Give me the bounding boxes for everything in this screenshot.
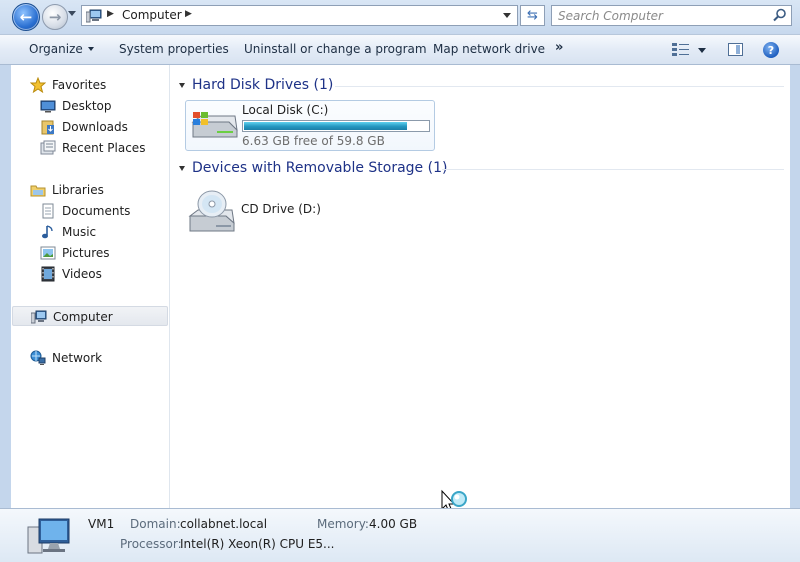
nav-item-pictures[interactable]: Pictures [11,243,169,263]
network-icon [30,350,46,365]
nav-item-favorites[interactable]: Favorites [11,75,169,95]
content-pane: Hard Disk Drives (1) Local Disk (C:) 6.6… [170,65,790,513]
drive-local-disk-c[interactable]: Local Disk (C:) 6.63 GB free of 59.8 GB [185,100,435,151]
refresh-button[interactable]: ⇆ [520,5,545,26]
memory-value: 4.00 GB [369,517,418,531]
breadcrumb-arrow-icon[interactable]: ▶ [185,9,192,19]
breadcrumb-computer[interactable]: Computer [122,8,182,22]
star-icon [30,77,46,93]
search-input[interactable] [558,7,763,24]
view-options-dropdown[interactable] [698,48,706,53]
domain-value: collabnet.local [180,517,268,531]
system-properties-button[interactable]: System properties [119,42,229,56]
drive-cd-d[interactable]: CD Drive (D:) [185,188,435,236]
help-icon[interactable]: ? [763,42,779,58]
preview-pane-icon[interactable] [728,43,743,56]
group-header-removable-storage[interactable]: Devices with Removable Storage (1) [170,159,790,179]
hard-drive-icon [191,112,238,138]
processor-label: Processor: [120,537,182,551]
drive-free-space: 6.63 GB free of 59.8 GB [242,134,385,148]
group-title: Devices with Removable Storage (1) [192,160,448,176]
group-divider [442,169,784,170]
navigation-pane: Favorites Desktop Downloads Recent Place… [11,65,170,508]
nav-item-documents[interactable]: Documents [11,201,169,221]
drive-usage-fill [244,122,408,130]
map-network-drive-button[interactable]: Map network drive [433,42,545,56]
nav-label: Music [62,225,97,239]
nav-label: Downloads [62,120,128,134]
music-icon [42,225,53,239]
desktop-icon [40,100,56,113]
nav-item-computer[interactable]: Computer [12,306,168,326]
forward-button[interactable]: → [42,4,68,30]
address-row: ← → ▶ Computer ▶ ⇆ [0,0,800,34]
libraries-icon [30,185,46,197]
pictures-icon [40,246,56,260]
group-divider [335,86,784,87]
recent-pages-dropdown[interactable] [68,11,76,16]
change-view-icon[interactable] [672,42,690,56]
nav-label: Recent Places [62,141,146,155]
computer-icon [27,518,70,554]
group-title: Hard Disk Drives (1) [192,77,334,93]
drive-name: Local Disk (C:) [242,103,329,117]
collapse-triangle-icon[interactable] [179,83,185,88]
nav-item-downloads[interactable]: Downloads [11,117,169,137]
nav-label: Documents [62,204,131,218]
chevron-down-icon [87,47,94,51]
command-bar: Organize System properties Uninstall or … [0,34,800,65]
details-pane: VM1 Domain: collabnet.local Memory: 4.00… [0,508,800,562]
processor-value: Intel(R) Xeon(R) CPU E5... [180,537,335,551]
documents-icon [42,203,54,219]
computer-icon [86,9,102,23]
nav-item-network[interactable]: Network [11,348,169,368]
nav-item-libraries[interactable]: Libraries [11,180,169,200]
more-commands-button[interactable]: » [555,40,563,55]
drive-name: CD Drive (D:) [241,202,321,216]
computer-name: VM1 [88,517,115,531]
address-bar[interactable]: ▶ Computer ▶ [81,5,518,26]
nav-item-music[interactable]: Music [11,222,169,242]
organize-button[interactable]: Organize [29,42,94,56]
search-icon[interactable] [773,8,787,22]
refresh-icon: ⇆ [527,8,538,23]
nav-label: Pictures [62,246,110,260]
downloads-icon [41,120,54,135]
nav-label: Favorites [52,78,107,92]
back-button[interactable]: ← [12,3,40,31]
computer-icon [31,310,47,324]
recent-places-icon [40,140,56,155]
drive-usage-bar [242,120,430,132]
cd-drive-icon [188,190,235,232]
nav-item-recent-places[interactable]: Recent Places [11,138,169,158]
explorer-window: ← → ▶ Computer ▶ ⇆ Search Computer Organ… [0,0,800,562]
collapse-triangle-icon[interactable] [179,166,185,171]
domain-label: Domain: [130,517,181,531]
forward-arrow-icon: → [48,8,62,26]
nav-label: Videos [62,267,102,281]
nav-item-videos[interactable]: Videos [11,264,169,284]
back-arrow-icon: ← [19,8,33,26]
videos-icon [41,266,55,282]
uninstall-program-button[interactable]: Uninstall or change a program [244,42,427,56]
organize-label: Organize [29,42,83,56]
nav-label: Network [52,351,103,365]
nav-label: Computer [53,310,113,324]
address-history-dropdown[interactable] [503,13,511,18]
group-header-hard-disk-drives[interactable]: Hard Disk Drives (1) [170,76,790,96]
search-box[interactable] [551,5,792,26]
breadcrumb-arrow-icon[interactable]: ▶ [107,9,114,19]
nav-item-desktop[interactable]: Desktop [11,96,169,116]
nav-label: Libraries [52,183,104,197]
nav-label: Desktop [62,99,112,113]
memory-label: Memory: [317,517,369,531]
